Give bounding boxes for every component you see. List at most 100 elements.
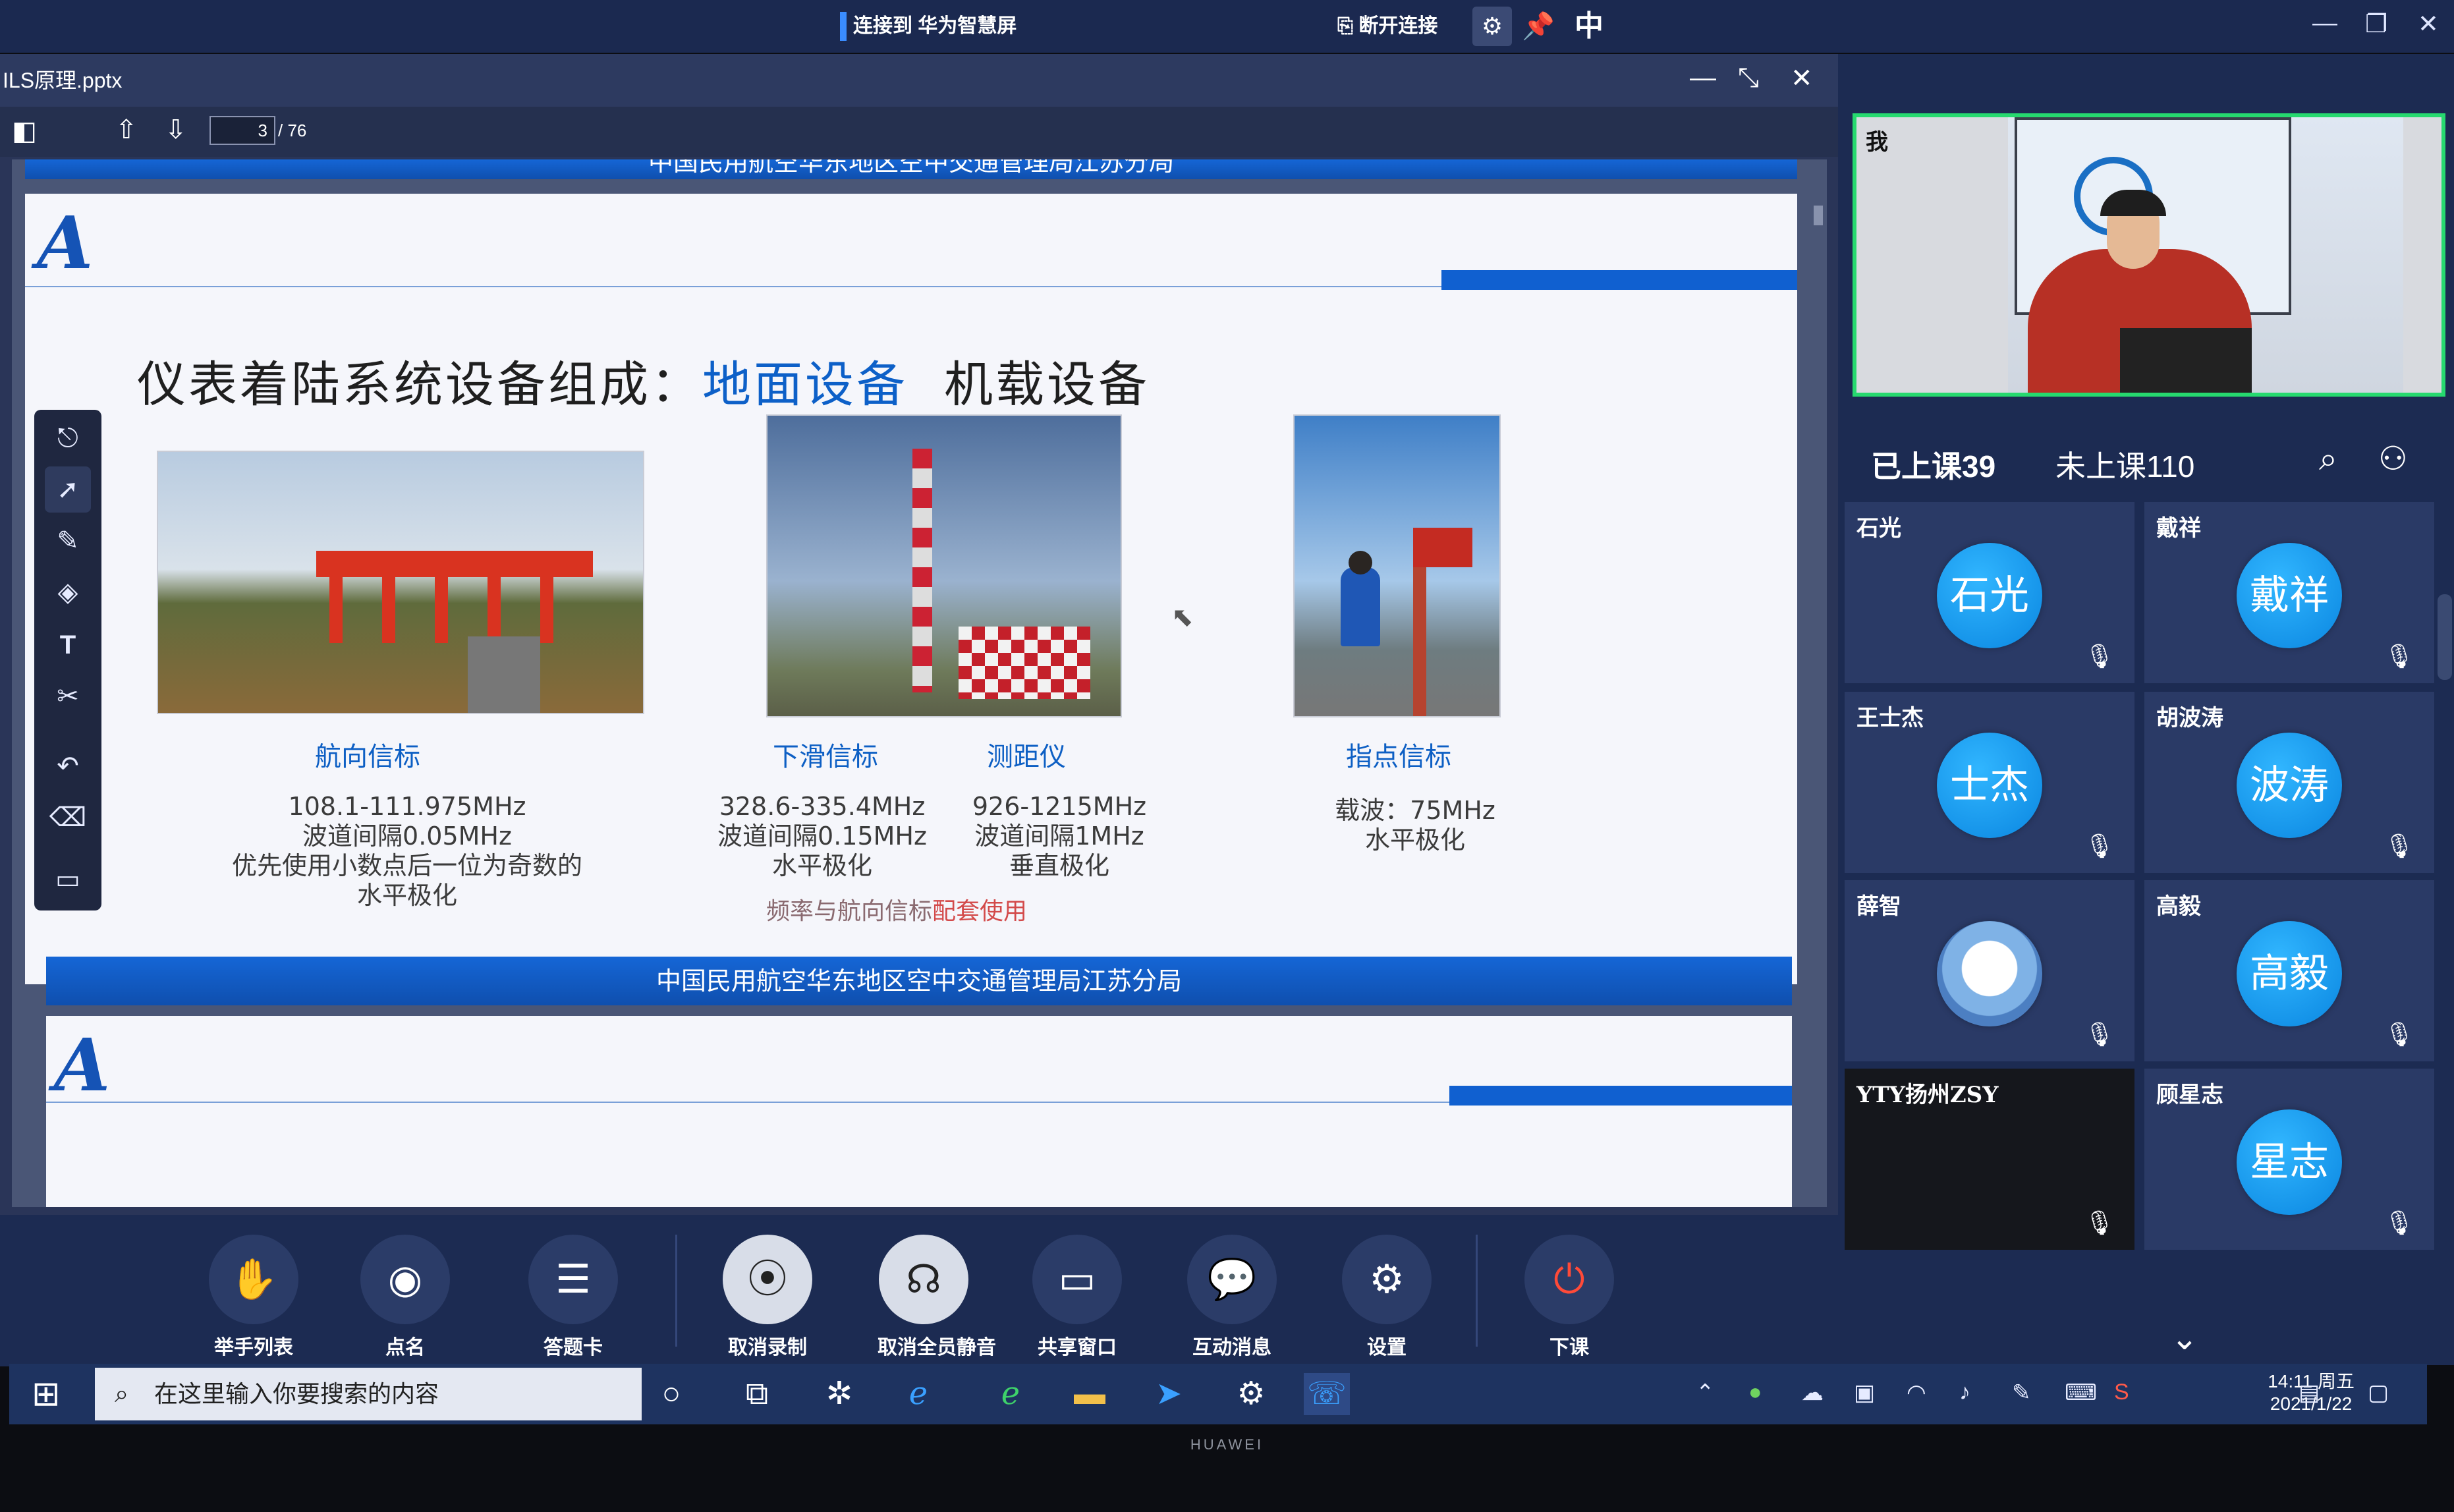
- pin-button[interactable]: 📌: [1522, 0, 1555, 53]
- page-number-input[interactable]: 3: [209, 116, 275, 145]
- ppt-close-button[interactable]: ✕: [1791, 63, 1813, 94]
- prev-page-icon[interactable]: ⇧: [115, 115, 138, 145]
- app-pinwheel-icon[interactable]: ✲: [816, 1373, 862, 1415]
- mic-off-icon[interactable]: 🎙: [2384, 642, 2414, 670]
- gear-icon: ⚙: [1481, 13, 1503, 40]
- monitor-brand-logo: HUAWEI: [1190, 1436, 1264, 1453]
- participant-tile[interactable]: 戴祥 戴祥 🎙: [2144, 502, 2434, 683]
- undo-icon[interactable]: ↶: [45, 743, 91, 789]
- mic-off-icon[interactable]: 🎙: [2084, 642, 2115, 670]
- spec-line: 波道间隔0.05MHz: [302, 822, 512, 851]
- task-view-icon[interactable]: ⧉: [734, 1373, 780, 1415]
- glide-slope-specs: 328.6-335.4MHz 波道间隔0.15MHz 水平极化: [697, 792, 947, 881]
- spec-line: 926-1215MHz: [972, 792, 1147, 821]
- participant-tile[interactable]: 石光 石光 🎙: [1845, 502, 2134, 683]
- restore-button[interactable]: ❐: [2365, 9, 2387, 39]
- wifi-icon[interactable]: ◠: [1907, 1380, 1926, 1406]
- localizer-photo: [157, 451, 644, 714]
- ie-browser-icon[interactable]: ℯ: [895, 1373, 941, 1415]
- mic-off-icon[interactable]: 🎙: [2384, 1209, 2414, 1237]
- shapes-icon[interactable]: ◈: [45, 569, 91, 615]
- projection-settings-button[interactable]: ⚙: [1472, 7, 1512, 46]
- button-label: 举手列表: [214, 1337, 293, 1358]
- ime-indicator[interactable]: 中: [1575, 0, 1603, 53]
- pen-icon[interactable]: ✎: [45, 518, 91, 564]
- mic-off-icon[interactable]: 🎙: [2084, 1021, 2115, 1048]
- volume-icon[interactable]: ♪: [1959, 1380, 1970, 1405]
- participant-tile[interactable]: 高毅 高毅 🎙: [2144, 880, 2434, 1061]
- roll-call-button[interactable]: ◉ 点名: [359, 1235, 451, 1360]
- note-prefix: 频率与航向信标: [766, 898, 933, 925]
- app-paperplane-icon[interactable]: ➤: [1146, 1373, 1192, 1415]
- close-button[interactable]: ✕: [2418, 9, 2439, 39]
- toolbox-icon[interactable]: ▭: [45, 856, 91, 903]
- answer-card-icon: ☰: [528, 1235, 618, 1324]
- answer-card-button[interactable]: ☰ 答题卡: [527, 1235, 619, 1360]
- spec-line: 水平极化: [356, 881, 457, 910]
- tray-camera-icon[interactable]: ▣: [1854, 1380, 1875, 1406]
- meeting-app-icon[interactable]: ☏: [1304, 1373, 1350, 1415]
- chevron-down-icon[interactable]: ⌄: [2171, 1319, 2198, 1357]
- minimize-button[interactable]: —: [2312, 9, 2337, 38]
- mic-off-icon[interactable]: 🎙: [2084, 832, 2115, 860]
- participant-name: 薛智: [1856, 894, 1901, 919]
- pin-icon: 📌: [1522, 12, 1555, 41]
- cancel-recording-button[interactable]: ⦿ 取消录制: [721, 1235, 814, 1360]
- participant-tile[interactable]: 胡波涛 波涛 🎙: [2144, 692, 2434, 873]
- ime-icon[interactable]: ⌨: [2065, 1380, 2097, 1406]
- windows-taskbar: ⊞ ⌕ 在这里输入你要搜索的内容 ○ ⧉ ✲ ℯ ℯ ▬ ➤ ⚙ ☏ ⌃ ● ☁…: [9, 1364, 2427, 1424]
- next-page-icon[interactable]: ⇩: [165, 115, 187, 145]
- file-explorer-icon[interactable]: ▬: [1067, 1373, 1113, 1415]
- settings-icon: ⚙: [1342, 1235, 1432, 1324]
- record-icon: ⦿: [723, 1235, 812, 1324]
- taskbar-search-input[interactable]: ⌕ 在这里输入你要搜索的内容: [95, 1368, 642, 1420]
- ppt-minimize-button[interactable]: —: [1690, 63, 1716, 93]
- share-window-button[interactable]: ▭ 共享窗口: [1031, 1235, 1123, 1360]
- cloud-icon[interactable]: ☁: [1801, 1380, 1824, 1406]
- projection-indicator: [840, 12, 847, 41]
- interactive-messages-button[interactable]: 💬 互动消息: [1186, 1235, 1278, 1360]
- end-class-button[interactable]: ⏻ 下课: [1523, 1235, 1615, 1360]
- tray-app-icon[interactable]: ●: [1748, 1380, 1762, 1405]
- participants-panel: 我 已上课39 未上课110 ⌕ ⚇ 石光 石光 🎙 戴祥 戴祥 🎙 王士杰 士…: [1838, 54, 2454, 1365]
- eraser-icon[interactable]: ⌫: [45, 795, 91, 841]
- search-placeholder: 在这里输入你要搜索的内容: [154, 1380, 439, 1407]
- settings-button[interactable]: ⚙ 设置: [1341, 1235, 1433, 1360]
- participant-tile[interactable]: YTY扬州ZSY 🎙: [1845, 1069, 2134, 1250]
- action-center-icon[interactable]: ▢: [2368, 1380, 2389, 1406]
- unmute-all-button[interactable]: ☊ 取消全员静音: [878, 1235, 996, 1360]
- notification-badge-icon[interactable]: ▤: [2299, 1380, 2320, 1406]
- ppt-shrink-button[interactable]: ⤡: [1738, 63, 1759, 93]
- raise-hand-list-button[interactable]: ✋ 举手列表: [208, 1235, 300, 1360]
- disconnect-button[interactable]: ⎘ 断开连接: [1337, 0, 1437, 53]
- windows-start-icon[interactable]: ⊞: [32, 1376, 61, 1413]
- pen-tray-icon[interactable]: ✎: [2012, 1380, 2031, 1406]
- edge-browser-icon[interactable]: ℯ: [988, 1373, 1034, 1415]
- tray-overflow-icon[interactable]: ⌃: [1696, 1380, 1715, 1406]
- exit-annotation-icon[interactable]: ⎋: [45, 415, 91, 461]
- title-prefix: 仪表着陆系统设备组成：: [137, 356, 702, 413]
- cortana-icon[interactable]: ○: [648, 1373, 694, 1415]
- previous-slide-band: 中国民用航空华东地区空中交通管理局江苏分局: [25, 159, 1797, 179]
- title-highlight: 地面设备: [702, 356, 908, 413]
- self-video[interactable]: 我: [1853, 113, 2445, 397]
- participant-tile[interactable]: 王士杰 士杰 🎙: [1845, 692, 2134, 873]
- tab-attended[interactable]: 已上课39: [1871, 443, 1995, 486]
- tab-not-attended[interactable]: 未上课110: [2055, 443, 2194, 486]
- note-emphasis: 配套使用: [932, 898, 1028, 925]
- participant-tile[interactable]: 顾星志 星志 🎙: [2144, 1069, 2434, 1250]
- tray-s-icon[interactable]: S: [2114, 1380, 2129, 1405]
- text-icon[interactable]: T: [45, 622, 91, 668]
- sidebar-toggle-icon[interactable]: ◧: [12, 116, 37, 146]
- settings-gear-icon[interactable]: ⚙: [1228, 1373, 1274, 1415]
- mic-off-icon[interactable]: 🎙: [2384, 1021, 2414, 1048]
- slide-scrollbar[interactable]: [1814, 206, 1823, 225]
- add-user-icon[interactable]: ⚇: [2378, 439, 2408, 478]
- mic-off-icon[interactable]: 🎙: [2384, 832, 2414, 860]
- scissors-icon[interactable]: ✂: [45, 673, 91, 719]
- panel-scrollbar[interactable]: [2438, 594, 2452, 680]
- search-icon[interactable]: ⌕: [2319, 439, 2337, 478]
- mic-off-icon[interactable]: 🎙: [2084, 1209, 2115, 1237]
- participant-tile[interactable]: 薛智 🎙: [1845, 880, 2134, 1061]
- select-pointer-icon[interactable]: ➚: [45, 466, 91, 513]
